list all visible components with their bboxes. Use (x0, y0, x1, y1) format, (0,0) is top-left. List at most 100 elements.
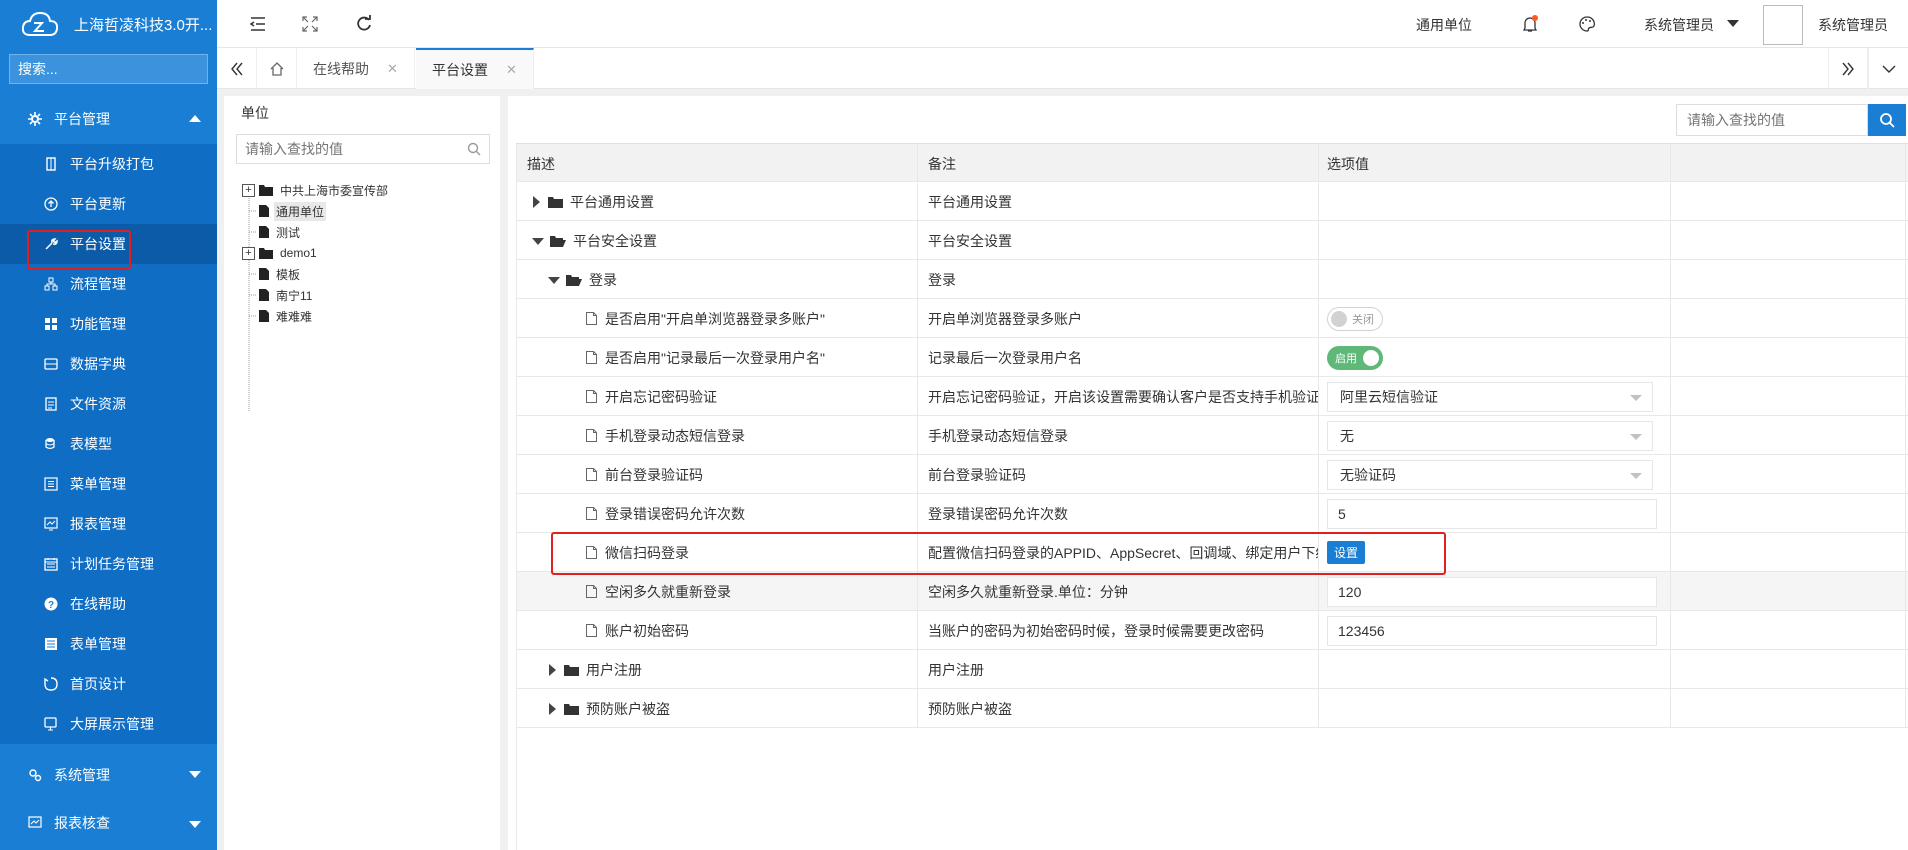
theme-palette-icon[interactable] (1577, 14, 1597, 34)
dropdown-arrow-icon (1630, 472, 1642, 479)
tree-search[interactable] (236, 134, 490, 164)
column-header-note[interactable]: 备注 (918, 144, 1319, 183)
grid-search-input[interactable] (1687, 112, 1857, 128)
fullscreen-icon[interactable] (300, 14, 320, 34)
row-blank-cell (1671, 377, 1906, 416)
tree-node[interactable]: 难难难 (242, 307, 314, 325)
sidebar-item-menu[interactable]: 菜单管理 (0, 464, 217, 504)
tree-search-input[interactable] (245, 141, 467, 157)
expand-arrow-icon[interactable] (549, 702, 556, 715)
menu-group-platform[interactable]: 平台管理 (0, 94, 217, 144)
sidebar-item-upgrade-pack[interactable]: 平台升级打包 (0, 144, 217, 184)
error-attempts-input[interactable]: 5 (1327, 498, 1657, 529)
menu-group-system[interactable]: 系统管理 (0, 750, 217, 800)
user-menu-label[interactable]: 系统管理员 (1644, 15, 1714, 35)
sidebar-item-report[interactable]: 报表管理 (0, 504, 217, 544)
column-header-desc[interactable]: 描述 (516, 144, 918, 183)
database-icon (44, 437, 58, 451)
sidebar-item-help[interactable]: ? 在线帮助 (0, 584, 217, 624)
table-row[interactable]: 登录 登录 (516, 260, 1908, 299)
flow-icon (44, 277, 58, 291)
table-row[interactable]: 空闲多久就重新登录 空闲多久就重新登录.单位：分钟 120 (516, 572, 1908, 611)
tab-platform-settings[interactable]: 平台设置 ✕ (416, 48, 534, 89)
table-row[interactable]: 开启忘记密码验证 开启忘记密码验证，开启该设置需要确认客户是否支持手机验证 阿里… (516, 377, 1908, 416)
toggle-switch-on[interactable]: 启用 (1327, 345, 1383, 370)
sidebar-item-form[interactable]: 表单管理 (0, 624, 217, 664)
sidebar-item-dictionary[interactable]: 数据字典 (0, 344, 217, 384)
sidebar-item-flow[interactable]: 流程管理 (0, 264, 217, 304)
sidebar-item-files[interactable]: 文件资源 (0, 384, 217, 424)
table-row[interactable]: 是否启用"开启单浏览器登录多账户" 开启单浏览器登录多账户 关闭 (516, 299, 1908, 338)
table-row[interactable]: 前台登录验证码 前台登录验证码 无验证码 (516, 455, 1908, 494)
table-row[interactable]: 平台安全设置 平台安全设置 (516, 221, 1908, 260)
row-value-cell: 120 (1319, 572, 1671, 611)
table-row[interactable]: 用户注册 用户注册 (516, 650, 1908, 689)
user-name[interactable]: 系统管理员 (1818, 15, 1888, 35)
close-icon[interactable]: ✕ (506, 62, 517, 78)
tree-node[interactable]: 测试 (242, 223, 302, 241)
tab-home[interactable] (257, 48, 297, 89)
idle-timeout-input[interactable]: 120 (1327, 576, 1657, 607)
sidebar-item-function[interactable]: 功能管理 (0, 304, 217, 344)
sidebar-item-scheduled-task[interactable]: 计划任务管理 (0, 544, 217, 584)
expand-arrow-icon[interactable] (549, 663, 556, 676)
row-value-cell (1319, 221, 1671, 260)
sidebar-search-input[interactable] (18, 61, 199, 77)
grid-search[interactable] (1676, 104, 1868, 136)
collapse-menu-icon[interactable] (248, 14, 268, 34)
sidebar-item-home-design[interactable]: 首页设计 (0, 664, 217, 704)
forgot-password-verify-select[interactable]: 阿里云短信验证 (1327, 381, 1653, 412)
column-header-value[interactable]: 选项值 (1319, 144, 1671, 183)
expand-icon[interactable]: + (242, 246, 255, 260)
table-row[interactable]: 预防账户被盗 预防账户被盗 (516, 689, 1908, 728)
form-icon (44, 637, 58, 651)
tree-node[interactable]: 通用单位 (242, 201, 327, 221)
menu-group-report-check[interactable]: 报表核查 (0, 800, 217, 846)
folder-icon (548, 196, 563, 208)
row-note: 平台通用设置 (918, 182, 1319, 221)
table-row[interactable]: 登录错误密码允许次数 登录错误密码允许次数 5 (516, 494, 1908, 533)
tabs-dropdown[interactable] (1868, 48, 1908, 89)
tree-node[interactable]: + 中共上海市委宣传部 (242, 181, 390, 199)
caret-down-icon[interactable] (1727, 20, 1739, 27)
tree-node[interactable]: 南宁11 (242, 286, 314, 304)
sidebar-item-label: 首页设计 (70, 676, 126, 692)
sidebar-item-update[interactable]: 平台更新 (0, 184, 217, 224)
sidebar-search[interactable] (9, 54, 208, 84)
grid-search-button[interactable] (1868, 104, 1906, 136)
captcha-select[interactable]: 无验证码 (1327, 459, 1653, 490)
avatar[interactable] (1763, 5, 1803, 45)
refresh-icon[interactable] (354, 14, 374, 34)
current-unit[interactable]: 通用单位 (1416, 15, 1472, 35)
expand-icon[interactable]: + (242, 183, 255, 197)
search-icon[interactable] (467, 142, 481, 156)
table-row[interactable]: 是否启用"记录最后一次登录用户名" 记录最后一次登录用户名 启用 (516, 338, 1908, 377)
collapse-arrow-icon[interactable] (548, 277, 560, 284)
tabs-scroll-left[interactable] (217, 48, 257, 89)
tabs-scroll-right[interactable] (1828, 48, 1868, 89)
collapse-arrow-icon[interactable] (532, 238, 544, 245)
document-icon (586, 585, 597, 598)
upload-icon (44, 197, 58, 211)
tree-node[interactable]: 模板 (242, 265, 302, 283)
switch-label: 关闭 (1352, 313, 1374, 326)
sidebar-item-big-screen[interactable]: 大屏展示管理 (0, 704, 217, 744)
close-icon[interactable]: ✕ (387, 61, 398, 77)
initial-password-input[interactable]: 123456 (1327, 615, 1657, 646)
tree-node[interactable]: + demo1 (242, 244, 319, 262)
row-desc-cell: 是否启用"记录最后一次登录用户名" (516, 338, 918, 377)
sms-login-select[interactable]: 无 (1327, 420, 1653, 451)
gear-icon (28, 112, 42, 126)
table-row[interactable]: 账户初始密码 当账户的密码为初始密码时候，登录时候需要更改密码 123456 (516, 611, 1908, 650)
table-row[interactable]: 平台通用设置 平台通用设置 (516, 182, 1908, 221)
bell-icon[interactable] (1520, 14, 1540, 34)
sidebar-item-table-model[interactable]: 表模型 (0, 424, 217, 464)
row-value-cell (1319, 650, 1671, 689)
switch-label: 启用 (1335, 352, 1357, 365)
expand-arrow-icon[interactable] (533, 195, 540, 208)
row-note: 用户注册 (918, 650, 1319, 689)
toggle-switch-off[interactable]: 关闭 (1327, 306, 1383, 331)
table-row[interactable]: 手机登录动态短信登录 手机登录动态短信登录 无 (516, 416, 1908, 455)
select-value: 无 (1340, 427, 1354, 444)
tab-online-help[interactable]: 在线帮助 ✕ (297, 48, 415, 89)
